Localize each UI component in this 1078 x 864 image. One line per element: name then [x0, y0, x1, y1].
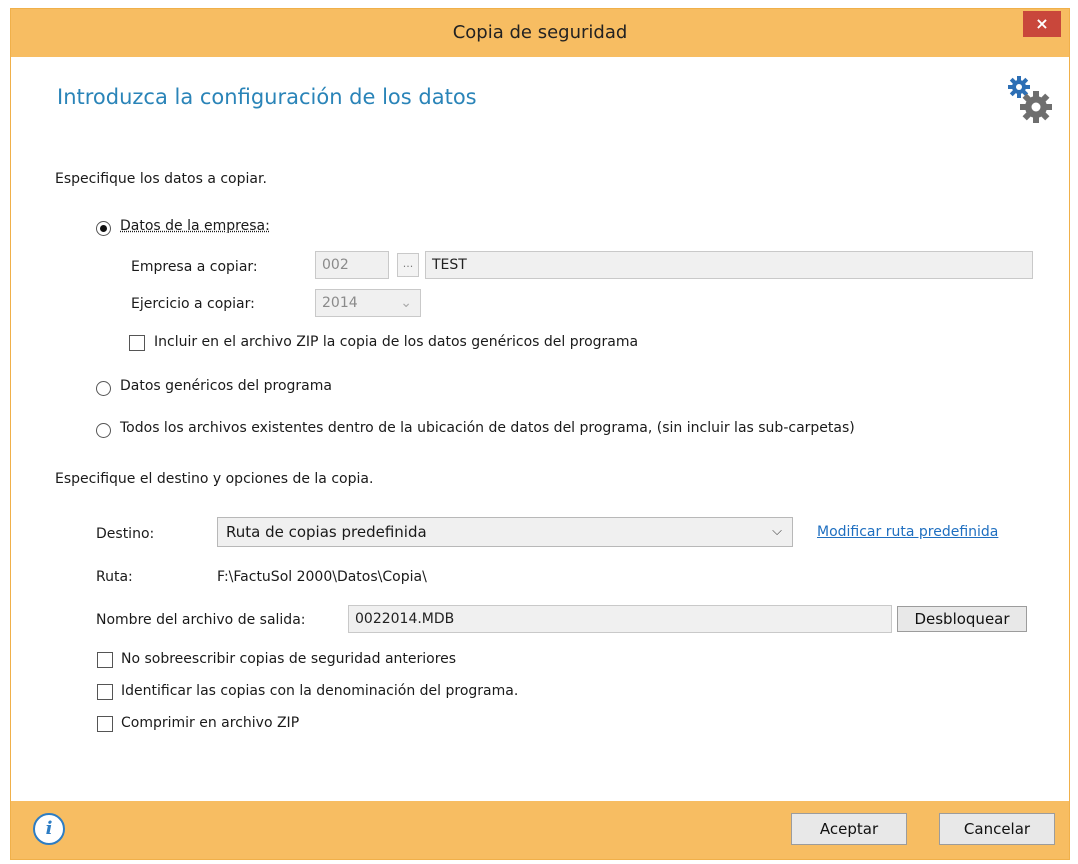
backup-dialog: Copia de seguridad × Introduzca la confi… — [10, 8, 1070, 860]
destination-select[interactable]: Ruta de copias predefinida ⌵ — [217, 517, 793, 547]
company-name-field: TEST — [425, 251, 1033, 279]
path-value: F:\FactuSol 2000\Datos\Copia\ — [217, 569, 427, 585]
output-filename-label: Nombre del archivo de salida: — [96, 612, 306, 628]
section-destination-label: Especifique el destino y opciones de la … — [55, 471, 374, 487]
browse-company-button[interactable]: ... — [397, 253, 419, 277]
identify-copies-checkbox[interactable] — [97, 684, 113, 700]
radio-company-data[interactable] — [96, 221, 111, 236]
modify-default-path-link[interactable]: Modificar ruta predefinida — [817, 524, 998, 540]
fiscal-year-label: Ejercicio a copiar: — [131, 296, 255, 312]
fiscal-year-select[interactable]: 2014 ⌄ — [315, 289, 421, 317]
destination-label: Destino: — [96, 526, 155, 542]
identify-copies-label[interactable]: Identificar las copias con la denominaci… — [121, 683, 518, 699]
path-label: Ruta: — [96, 569, 133, 585]
gears-icon — [1008, 76, 1052, 123]
zip-compress-checkbox[interactable] — [97, 716, 113, 732]
company-code-field[interactable]: 002 — [315, 251, 389, 279]
zip-compress-label[interactable]: Comprimir en archivo ZIP — [121, 715, 299, 731]
radio-all-files-label[interactable]: Todos los archivos existentes dentro de … — [120, 420, 855, 436]
accept-button[interactable]: Aceptar — [791, 813, 907, 845]
output-filename-field[interactable]: 0022014.MDB — [348, 605, 892, 633]
destination-value: Ruta de copias predefinida — [226, 523, 427, 541]
radio-all-files[interactable] — [96, 423, 111, 438]
chevron-down-icon: ⌄ — [400, 295, 412, 311]
chevron-down-icon: ⌵ — [772, 524, 782, 539]
include-generic-zip-label[interactable]: Incluir en el archivo ZIP la copia de lo… — [154, 334, 638, 350]
section-data-label: Especifique los datos a copiar. — [55, 171, 267, 187]
no-overwrite-checkbox[interactable] — [97, 652, 113, 668]
radio-generic-data[interactable] — [96, 381, 111, 396]
page-title: Introduzca la configuración de los datos — [57, 85, 477, 109]
unlock-button[interactable]: Desbloquear — [897, 606, 1027, 632]
fiscal-year-value: 2014 — [322, 295, 358, 311]
no-overwrite-label[interactable]: No sobreescribir copias de seguridad ant… — [121, 651, 456, 667]
footer-bar: i Aceptar Cancelar — [11, 801, 1069, 859]
info-icon[interactable]: i — [33, 813, 65, 845]
close-button[interactable]: × — [1023, 11, 1061, 37]
company-label: Empresa a copiar: — [131, 259, 258, 275]
cancel-button[interactable]: Cancelar — [939, 813, 1055, 845]
window-title: Copia de seguridad — [452, 22, 628, 43]
radio-generic-data-label[interactable]: Datos genéricos del programa — [120, 378, 332, 394]
title-bar[interactable]: Copia de seguridad × — [11, 9, 1069, 57]
include-generic-zip-checkbox[interactable] — [129, 335, 145, 351]
radio-company-data-label[interactable]: Datos de la empresa: — [120, 218, 270, 234]
